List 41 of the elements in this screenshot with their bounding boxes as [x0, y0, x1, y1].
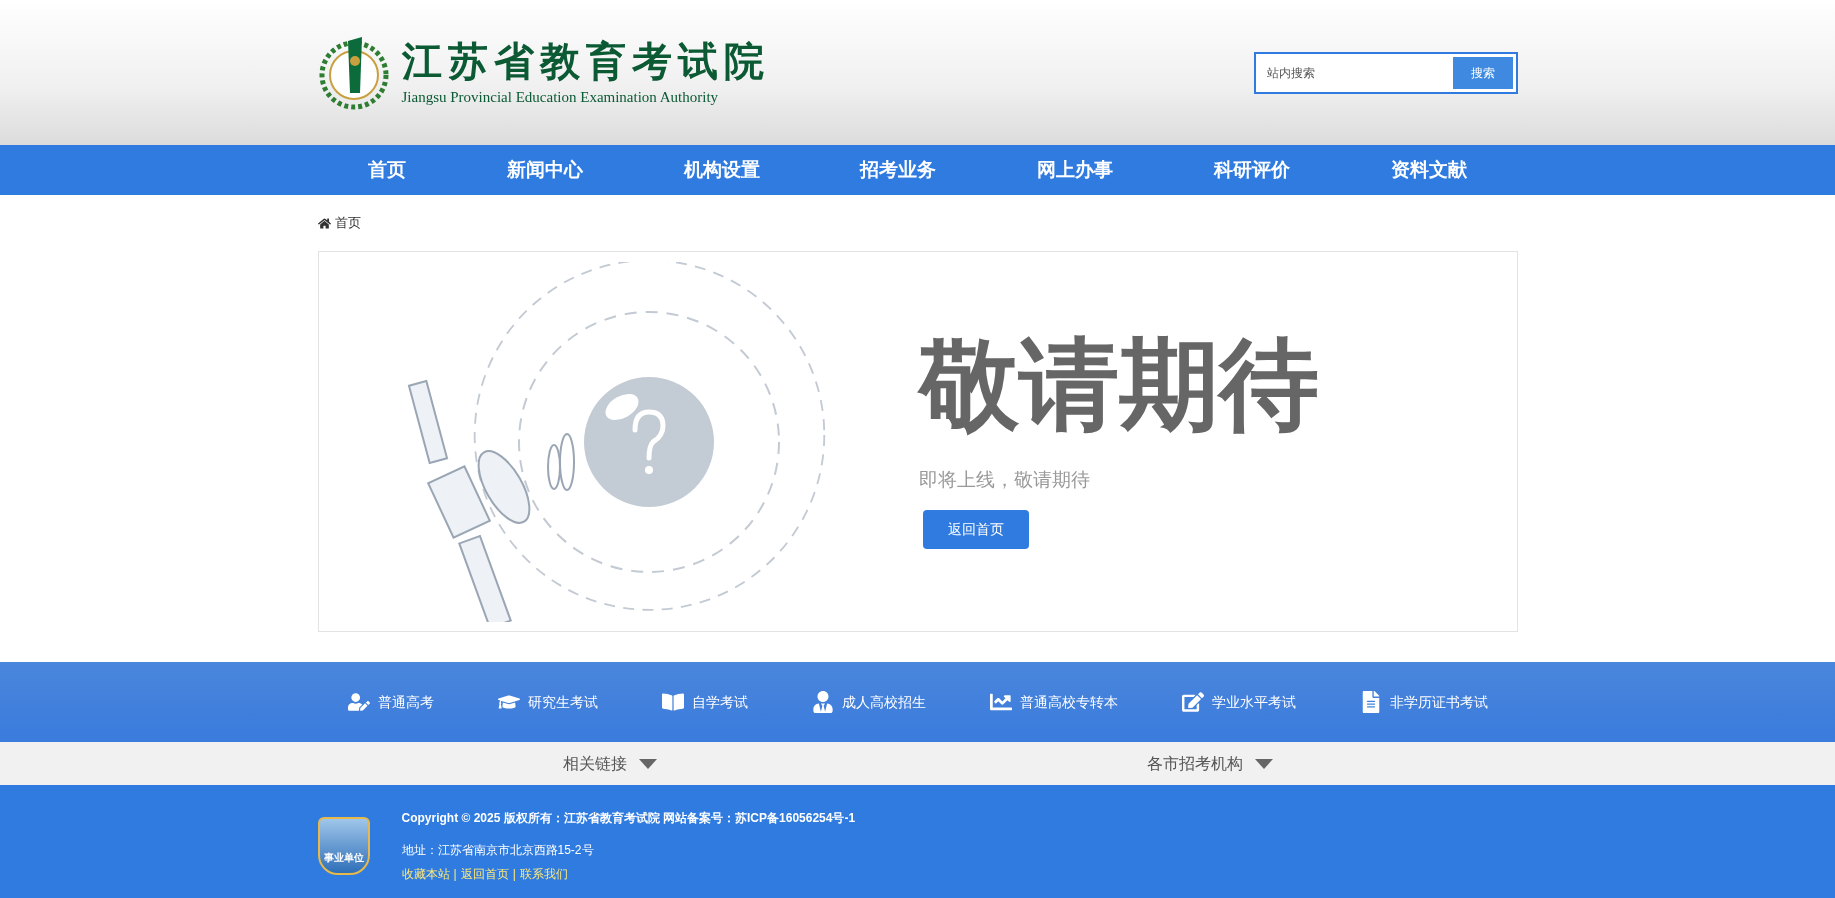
exam-icon	[1181, 691, 1204, 713]
search-button[interactable]: 搜索	[1452, 56, 1513, 89]
exam-link[interactable]: 非学历证书考试	[1359, 691, 1488, 713]
exam-link[interactable]: 学业水平考试	[1181, 691, 1296, 713]
site-subtitle: Jiangsu Provincial Education Examination Authority	[401, 88, 720, 108]
link-separator: |	[453, 865, 457, 883]
nav-link[interactable]: 招考业务	[844, 147, 953, 193]
exam-link[interactable]: 成人高校招生	[811, 691, 926, 713]
exam-icon	[347, 691, 370, 713]
nav-link[interactable]: 网上办事	[1021, 147, 1130, 193]
institution-badge: 事业单位	[317, 816, 370, 875]
exam-icon	[811, 691, 834, 713]
link-separator: |	[512, 865, 516, 883]
exam-link[interactable]: 普通高校专转本	[989, 691, 1118, 713]
question-mark-icon	[632, 409, 665, 474]
caret-icon	[1254, 758, 1273, 769]
exam-link[interactable]: 研究生考试	[497, 691, 598, 713]
caret-icon	[638, 758, 657, 769]
nav-link[interactable]: 新闻中心	[490, 147, 599, 193]
nav-link[interactable]: 首页	[351, 147, 422, 193]
footer-link[interactable]: 返回首页	[460, 864, 509, 883]
copyright-text: Copyright © 2025 版权所有：江苏省教育考试院 网站备案号：苏ICP备16056254号-1	[401, 809, 856, 827]
exam-link[interactable]: 自学考试	[661, 691, 748, 713]
footer-link[interactable]: 收藏本站	[401, 864, 450, 883]
footer-link[interactable]: 联系我们	[519, 864, 568, 883]
breadcrumb-link[interactable]: 首页	[334, 213, 361, 233]
coming-soon-message: 即将上线，敬请期待	[918, 467, 1091, 492]
exam-icon	[661, 691, 684, 713]
site-title: 江苏省教育考试院	[401, 38, 770, 86]
dropdown-button[interactable]: 各市招考机构	[1146, 751, 1273, 776]
nav-link[interactable]: 资料文献	[1375, 147, 1483, 193]
address-text: 地址：江苏省南京市北京西路15-2号	[401, 841, 595, 859]
exam-link[interactable]: 普通高考	[347, 691, 434, 713]
back-home-button[interactable]: 返回首页	[922, 510, 1029, 550]
exam-icon	[989, 691, 1012, 713]
nav-link[interactable]: 机构设置	[667, 147, 776, 193]
dropdown-button[interactable]: 相关链接	[562, 751, 657, 776]
search-field[interactable]: 站内搜索 搜索	[1253, 51, 1518, 94]
home-icon	[317, 216, 331, 230]
coming-soon-heading: 敬请期待	[918, 333, 1319, 434]
nav-link[interactable]: 科研评价	[1198, 147, 1307, 193]
